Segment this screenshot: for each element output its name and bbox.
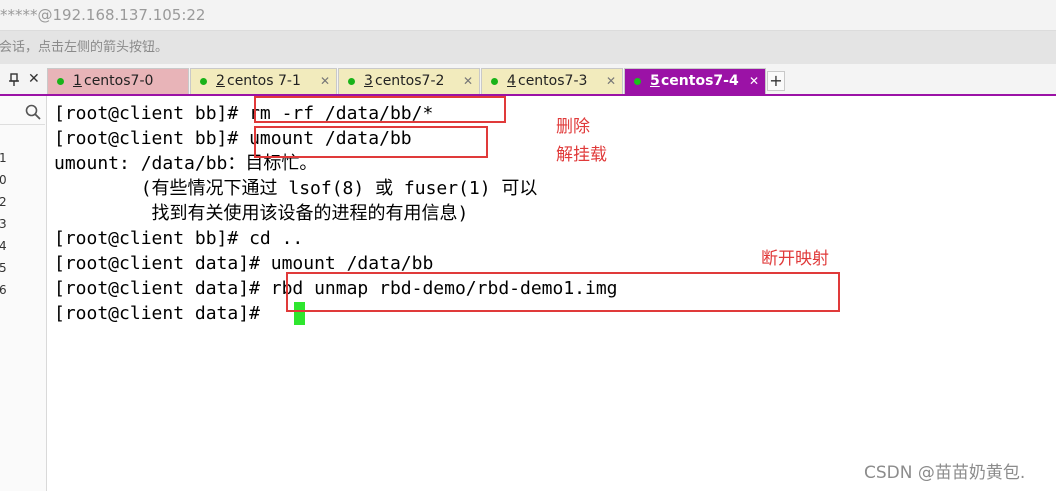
add-tab-button[interactable]: + bbox=[767, 71, 785, 91]
highlight-box-unmap bbox=[286, 272, 840, 312]
annotation-unmap: 断开映射 bbox=[761, 249, 829, 269]
window-title-bar: *****@192.168.137.105:22 bbox=[0, 0, 1056, 30]
session-hint-text: 会话，点击左侧的箭头按钮。 bbox=[0, 40, 169, 55]
tab-label: centos7-2 bbox=[375, 73, 445, 89]
tab-number: 5 bbox=[650, 73, 660, 89]
side-row-number[interactable]: 4 bbox=[0, 236, 11, 256]
tab-strip: ✕ 1 centos7-0 2 centos 7-1 ✕ 3 centos7-2… bbox=[0, 64, 1056, 96]
side-row-number[interactable]: 6 bbox=[0, 280, 11, 300]
tab-centos7-4-active[interactable]: 5 centos7-4 ✕ bbox=[624, 68, 766, 94]
tab-label: centos 7-1 bbox=[227, 73, 301, 89]
watermark: CSDN @苗苗奶黄包. bbox=[864, 463, 1026, 483]
side-row-number[interactable]: 5 bbox=[0, 258, 11, 278]
side-row-number[interactable]: 1 bbox=[0, 148, 11, 168]
side-row-number[interactable]: 3 bbox=[0, 214, 11, 234]
side-row-number[interactable]: 2 bbox=[0, 192, 11, 212]
search-icon[interactable] bbox=[25, 104, 41, 120]
status-dot-icon bbox=[348, 78, 355, 85]
pin-icon[interactable] bbox=[8, 73, 20, 90]
tab-centos7-3[interactable]: 4 centos7-3 ✕ bbox=[481, 68, 623, 94]
window-title: *****@192.168.137.105:22 bbox=[0, 6, 206, 24]
tab-close-icon[interactable]: ✕ bbox=[320, 69, 330, 94]
tab-label: centos7-3 bbox=[518, 73, 588, 89]
tab-close-icon[interactable]: ✕ bbox=[606, 69, 616, 94]
session-hint-bar: 会话，点击左侧的箭头按钮。 bbox=[0, 30, 1056, 65]
terminal-line: (有些情况下通过 lsof(8) 或 fuser(1) 可以 bbox=[54, 178, 538, 199]
highlight-box-rm bbox=[254, 96, 506, 123]
tab-centos7-0[interactable]: 1 centos7-0 bbox=[47, 68, 189, 94]
tab-centos-7-1[interactable]: 2 centos 7-1 ✕ bbox=[190, 68, 337, 94]
status-dot-icon bbox=[491, 78, 498, 85]
terminal-line: [root@client bb]# cd .. bbox=[54, 228, 304, 249]
annotation-delete: 删除 bbox=[556, 117, 590, 137]
tab-number: 1 bbox=[73, 73, 82, 89]
tab-close-icon[interactable]: ✕ bbox=[463, 69, 473, 94]
session-side-panel: 1 0 2 3 4 5 6 bbox=[0, 96, 47, 491]
tab-number: 2 bbox=[216, 73, 225, 89]
terminal-line: 找到有关使用该设备的进程的有用信息) bbox=[54, 203, 469, 224]
side-row-number[interactable]: 0 bbox=[0, 170, 11, 190]
tab-label: centos7-0 bbox=[84, 73, 154, 89]
status-dot-icon bbox=[200, 78, 207, 85]
highlight-box-umount bbox=[254, 126, 488, 158]
status-dot-icon bbox=[57, 78, 64, 85]
terminal-prompt-line: [root@client data]# bbox=[54, 303, 271, 324]
side-search-box[interactable] bbox=[0, 100, 45, 125]
tab-label: centos7-4 bbox=[661, 73, 739, 89]
tab-close-icon[interactable]: ✕ bbox=[749, 69, 759, 94]
status-dot-icon bbox=[634, 78, 641, 85]
annotation-unmount: 解挂载 bbox=[556, 145, 607, 165]
tab-number: 4 bbox=[507, 73, 516, 89]
tab-centos7-2[interactable]: 3 centos7-2 ✕ bbox=[338, 68, 480, 94]
panel-close-icon[interactable]: ✕ bbox=[28, 71, 40, 87]
tab-number: 3 bbox=[364, 73, 373, 89]
